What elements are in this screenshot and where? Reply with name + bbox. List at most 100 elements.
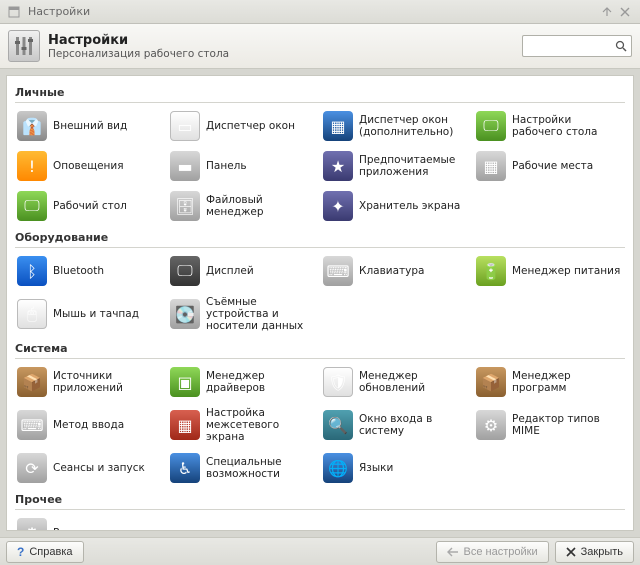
settings-item-label: Менеджер питания: [512, 265, 620, 277]
settings-item-update-manager[interactable]: 🛡Менеджер обновлений: [321, 363, 472, 401]
star-icon: ★: [323, 151, 353, 181]
settings-item-label: Рабочий стол: [53, 200, 127, 212]
settings-item-desktop[interactable]: 🖵 Рабочий стол: [15, 187, 166, 225]
settings-item-sessions[interactable]: ⟳ Сеансы и запуск: [15, 449, 166, 487]
suit-icon: 👔: [17, 111, 47, 141]
settings-item-display[interactable]: 🖵 Дисплей: [168, 252, 319, 290]
settings-item-label: Менеджер драйверов: [206, 370, 317, 394]
display-icon: 🖵: [170, 256, 200, 286]
file-manager-icon: 🗄: [170, 191, 200, 221]
maximize-icon[interactable]: [598, 4, 616, 20]
close-x-icon: [566, 547, 576, 557]
back-icon: [447, 547, 459, 557]
accessibility-icon: ♿: [170, 453, 200, 483]
settings-item-label: Настройки рабочего стола: [512, 114, 623, 138]
settings-item-label: Дисплей: [206, 265, 254, 277]
section-grid: ⚙Редактор настроек: [15, 514, 625, 531]
settings-item-preferred-apps[interactable]: ★Предпочитаемые приложения: [321, 147, 472, 185]
settings-item-label: Диспетчер окон: [206, 120, 295, 132]
settings-item-label: Панель: [206, 160, 247, 172]
settings-item-login-window[interactable]: 🔍Окно входа в систему: [321, 403, 472, 447]
settings-item-label: Мышь и тачпад: [53, 308, 139, 320]
settings-item-software-sources[interactable]: 📦Источники приложений: [15, 363, 166, 401]
settings-item-label: Внешний вид: [53, 120, 127, 132]
settings-item-bluetooth[interactable]: ᛒBluetooth: [15, 252, 166, 290]
all-settings-button[interactable]: Все настройки: [436, 541, 549, 563]
settings-item-settings-editor[interactable]: ⚙Редактор настроек: [15, 514, 166, 531]
box-icon: 📦: [17, 367, 47, 397]
all-settings-label: Все настройки: [464, 546, 538, 558]
section-title: Личные: [15, 80, 625, 103]
settings-item-label: Языки: [359, 462, 393, 474]
settings-item-firewall[interactable]: ▦Настройка межсетевого экрана: [168, 403, 319, 447]
settings-item-label: Менеджер программ: [512, 370, 623, 394]
settings-item-notifications[interactable]: !Оповещения: [15, 147, 166, 185]
search-icon: [615, 40, 627, 52]
close-label: Закрыть: [581, 546, 623, 558]
settings-item-input-method[interactable]: ⌨Метод ввода: [15, 403, 166, 447]
desktop-icon: 🖵: [17, 191, 47, 221]
settings-item-wm[interactable]: ▭ Диспетчер окон: [168, 107, 319, 145]
page-subtitle: Персонализация рабочего стола: [48, 48, 522, 60]
settings-item-power[interactable]: 🔋Менеджер питания: [474, 252, 625, 290]
settings-item-label: Менеджер обновлений: [359, 370, 470, 394]
settings-item-label: Хранитель экрана: [359, 200, 460, 212]
section-title: Прочее: [15, 487, 625, 510]
settings-item-label: Сеансы и запуск: [53, 462, 145, 474]
settings-item-desktop-settings[interactable]: 🖵Настройки рабочего стола: [474, 107, 625, 145]
settings-item-screensaver[interactable]: ✦Хранитель экрана: [321, 187, 472, 225]
session-icon: ⟳: [17, 453, 47, 483]
footer: ? Справка Все настройки Закрыть: [0, 537, 640, 565]
keyboard-icon: ⌨: [323, 256, 353, 286]
close-button[interactable]: Закрыть: [555, 541, 634, 563]
section-grid: 👔 Внешний вид ▭ Диспетчер окон ▦Диспетчер ок…: [15, 107, 625, 225]
settings-item-label: Клавиатура: [359, 265, 424, 277]
firewall-icon: ▦: [170, 410, 200, 440]
settings-item-panel[interactable]: ▬ Панель: [168, 147, 319, 185]
settings-item-mouse[interactable]: 🖱 Мышь и тачпад: [15, 292, 166, 336]
languages-icon: 🌐: [323, 453, 353, 483]
windows-icon: ▭: [170, 111, 200, 141]
settings-item-label: Окно входа в систему: [359, 413, 470, 437]
settings-item-label: Метод ввода: [53, 419, 124, 431]
login-icon: 🔍: [323, 410, 353, 440]
notification-icon: !: [17, 151, 47, 181]
settings-item-workspaces[interactable]: ▦Рабочие места: [474, 147, 625, 185]
section-title: Система: [15, 336, 625, 359]
settings-item-label: Предпочитаемые приложения: [359, 154, 470, 178]
settings-item-label: Файловый менеджер: [206, 194, 317, 218]
settings-item-keyboard[interactable]: ⌨ Клавиатура: [321, 252, 472, 290]
settings-item-driver-manager[interactable]: ▣Менеджер драйверов: [168, 363, 319, 401]
chip-icon: ▣: [170, 367, 200, 397]
help-button[interactable]: ? Справка: [6, 541, 84, 563]
help-icon: ?: [17, 545, 24, 559]
shield-icon: 🛡: [323, 367, 353, 397]
settings-item-appearance[interactable]: 👔 Внешний вид: [15, 107, 166, 145]
settings-item-languages[interactable]: 🌐 Языки: [321, 449, 472, 487]
settings-item-software-manager[interactable]: 📦Менеджер программ: [474, 363, 625, 401]
settings-item-accessibility[interactable]: ♿Специальные возможности: [168, 449, 319, 487]
settings-item-file-manager[interactable]: 🗄Файловый менеджер: [168, 187, 319, 225]
panel-icon: ▬: [170, 151, 200, 181]
settings-item-label: Источники приложений: [53, 370, 164, 394]
window-menu-icon[interactable]: [6, 4, 22, 20]
close-icon[interactable]: [616, 4, 634, 20]
section-grid: 📦Источники приложений▣Менеджер драйверов…: [15, 363, 625, 487]
settings-item-wm-tweaks[interactable]: ▦Диспетчер окон (дополнительно): [321, 107, 472, 145]
settings-item-label: Специальные возможности: [206, 456, 317, 480]
workspaces-icon: ▦: [476, 151, 506, 181]
drive-icon: 💽: [170, 299, 200, 329]
settings-item-removable[interactable]: 💽Съёмные устройства и носители данных: [168, 292, 319, 336]
page-title: Настройки: [48, 33, 522, 48]
search-field[interactable]: [527, 40, 615, 52]
help-label: Справка: [29, 546, 72, 558]
mouse-icon: 🖱: [17, 299, 47, 329]
settings-item-label: Bluetooth: [53, 265, 104, 277]
settings-item-mime[interactable]: ⚙Редактор типов MIME: [474, 403, 625, 447]
settings-item-label: Редактор типов MIME: [512, 413, 623, 437]
window-title: Настройки: [28, 5, 90, 18]
desktop-settings-icon: 🖵: [476, 111, 506, 141]
settings-item-label: Съёмные устройства и носители данных: [206, 296, 317, 332]
search-input[interactable]: [522, 35, 632, 57]
settings-app-icon: [8, 30, 40, 62]
